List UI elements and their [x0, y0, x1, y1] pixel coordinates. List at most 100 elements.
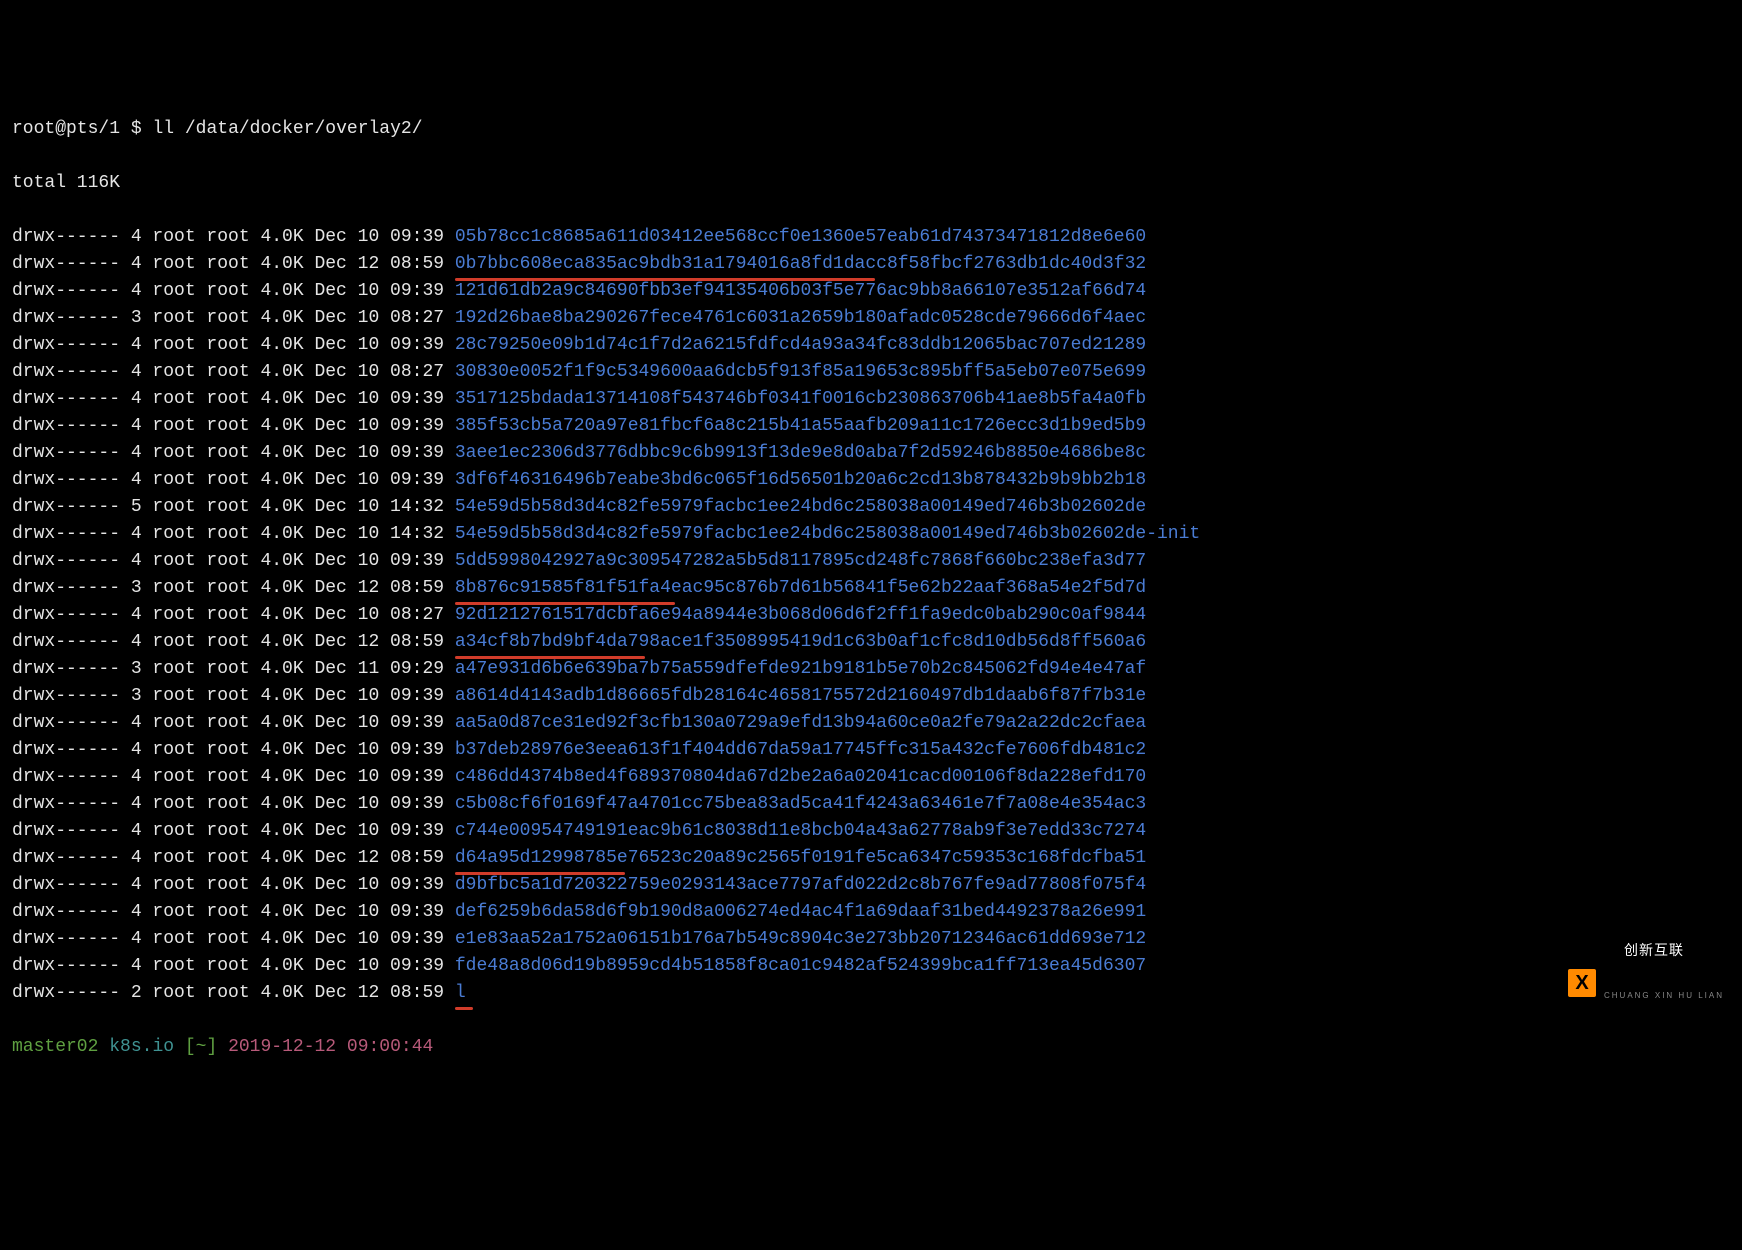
row-metadata: drwx------ 4 root root 4.0K Dec 10 09:39 — [12, 875, 455, 895]
row-metadata: drwx------ 4 root root 4.0K Dec 10 09:39 — [12, 929, 455, 949]
directory-name[interactable]: a47e931d6b6e639ba7b75a559dfefde921b9181b… — [455, 656, 1146, 683]
prompt-dollar: $ — [131, 119, 142, 139]
list-row: drwx------ 4 root root 4.0K Dec 10 08:27… — [12, 602, 1730, 629]
row-metadata: drwx------ 4 root root 4.0K Dec 12 08:59 — [12, 848, 455, 868]
row-metadata: drwx------ 4 root root 4.0K Dec 10 09:39 — [12, 281, 455, 301]
directory-name[interactable]: 5dd5998042927a9c309547282a5b5d8117895cd2… — [455, 548, 1146, 575]
directory-name[interactable]: 30830e0052f1f9c5349600aa6dcb5f913f85a196… — [455, 359, 1146, 386]
list-row: drwx------ 4 root root 4.0K Dec 10 09:39… — [12, 332, 1730, 359]
row-metadata: drwx------ 3 root root 4.0K Dec 11 09:29 — [12, 659, 455, 679]
watermark-icon: X — [1568, 969, 1596, 997]
list-row: drwx------ 3 root root 4.0K Dec 10 09:39… — [12, 683, 1730, 710]
directory-name[interactable]: 92d1212761517dcbfa6e94a8944e3b068d06d6f2… — [455, 602, 1146, 629]
row-metadata: drwx------ 4 root root 4.0K Dec 10 09:39 — [12, 551, 455, 571]
list-row: drwx------ 4 root root 4.0K Dec 10 09:39… — [12, 224, 1730, 251]
row-metadata: drwx------ 4 root root 4.0K Dec 10 09:39 — [12, 227, 455, 247]
list-row: drwx------ 4 root root 4.0K Dec 10 09:39… — [12, 791, 1730, 818]
directory-name[interactable]: aa5a0d87ce31ed92f3cfb130a0729a9efd13b94a… — [455, 710, 1146, 737]
prompt-line[interactable]: root@pts/1 $ ll /data/docker/overlay2/ — [12, 116, 1730, 143]
directory-name[interactable]: e1e83aa52a1752a06151b176a7b549c8904c3e27… — [455, 926, 1146, 953]
prompt-user: root@pts/1 — [12, 119, 120, 139]
directory-name[interactable]: 3517125bdada13714108f543746bf0341f0016cb… — [455, 386, 1146, 413]
list-row: drwx------ 4 root root 4.0K Dec 12 08:59… — [12, 845, 1730, 872]
list-row: drwx------ 4 root root 4.0K Dec 10 09:39… — [12, 278, 1730, 305]
list-row: drwx------ 4 root root 4.0K Dec 10 09:39… — [12, 818, 1730, 845]
directory-name[interactable]: c5b08cf6f0169f47a4701cc75bea83ad5ca41f42… — [455, 791, 1146, 818]
list-row: drwx------ 2 root root 4.0K Dec 12 08:59… — [12, 980, 1730, 1007]
command-text: ll /data/docker/overlay2/ — [152, 119, 422, 139]
list-row: drwx------ 3 root root 4.0K Dec 12 08:59… — [12, 575, 1730, 602]
directory-name[interactable]: 8b876c91585f81f51fa4eac95c876b7d61b56841… — [455, 575, 1146, 602]
directory-name[interactable]: fde48a8d06d19b8959cd4b51858f8ca01c9482af… — [455, 953, 1146, 980]
list-row: drwx------ 5 root root 4.0K Dec 10 14:32… — [12, 494, 1730, 521]
list-row: drwx------ 4 root root 4.0K Dec 10 09:39… — [12, 440, 1730, 467]
row-metadata: drwx------ 4 root root 4.0K Dec 10 09:39 — [12, 740, 455, 760]
row-metadata: drwx------ 4 root root 4.0K Dec 10 08:27 — [12, 605, 455, 625]
list-row: drwx------ 4 root root 4.0K Dec 10 09:39… — [12, 872, 1730, 899]
directory-listing: drwx------ 4 root root 4.0K Dec 10 09:39… — [12, 224, 1730, 1007]
list-row: drwx------ 4 root root 4.0K Dec 10 09:39… — [12, 413, 1730, 440]
directory-name[interactable]: a8614d4143adb1d86665fdb28164c4658175572d… — [455, 683, 1146, 710]
row-metadata: drwx------ 4 root root 4.0K Dec 10 09:39 — [12, 713, 455, 733]
directory-name[interactable]: l — [455, 980, 466, 1007]
row-metadata: drwx------ 4 root root 4.0K Dec 10 09:39 — [12, 956, 455, 976]
directory-name[interactable]: 3aee1ec2306d3776dbbc9c6b9913f13de9e8d0ab… — [455, 440, 1146, 467]
directory-name[interactable]: 0b7bbc608eca835ac9bdb31a1794016a8fd1dacc… — [455, 251, 1146, 278]
directory-name[interactable]: 192d26bae8ba290267fece4761c6031a2659b180… — [455, 305, 1146, 332]
list-row: drwx------ 4 root root 4.0K Dec 10 09:39… — [12, 710, 1730, 737]
directory-name[interactable]: a34cf8b7bd9bf4da798ace1f3508995419d1c63b… — [455, 629, 1146, 656]
directory-name[interactable]: 3df6f46316496b7eabe3bd6c065f16d56501b20a… — [455, 467, 1146, 494]
row-metadata: drwx------ 3 root root 4.0K Dec 12 08:59 — [12, 578, 455, 598]
list-row: drwx------ 4 root root 4.0K Dec 10 09:39… — [12, 953, 1730, 980]
directory-name[interactable]: c486dd4374b8ed4f689370804da67d2be2a6a020… — [455, 764, 1146, 791]
row-metadata: drwx------ 4 root root 4.0K Dec 10 09:39 — [12, 335, 455, 355]
directory-name[interactable]: def6259b6da58d6f9b190d8a006274ed4ac4f1a6… — [455, 899, 1146, 926]
directory-name[interactable]: 54e59d5b58d3d4c82fe5979facbc1ee24bd6c258… — [455, 521, 1200, 548]
row-metadata: drwx------ 4 root root 4.0K Dec 10 09:39 — [12, 794, 455, 814]
directory-name[interactable]: 54e59d5b58d3d4c82fe5979facbc1ee24bd6c258… — [455, 494, 1146, 521]
list-row: drwx------ 3 root root 4.0K Dec 11 09:29… — [12, 656, 1730, 683]
bottom-tilde: [~] — [185, 1037, 217, 1057]
row-metadata: drwx------ 4 root root 4.0K Dec 10 08:27 — [12, 362, 455, 382]
directory-name[interactable]: d64a95d12998785e76523c20a89c2565f0191fe5… — [455, 845, 1146, 872]
row-metadata: drwx------ 3 root root 4.0K Dec 10 09:39 — [12, 686, 455, 706]
row-metadata: drwx------ 4 root root 4.0K Dec 10 09:39 — [12, 767, 455, 787]
list-row: drwx------ 4 root root 4.0K Dec 10 09:39… — [12, 926, 1730, 953]
list-row: drwx------ 4 root root 4.0K Dec 12 08:59… — [12, 251, 1730, 278]
list-row: drwx------ 4 root root 4.0K Dec 10 09:39… — [12, 737, 1730, 764]
watermark: X 创新互联 CHUANG XIN HU LIAN — [1568, 909, 1724, 1056]
row-metadata: drwx------ 4 root root 4.0K Dec 10 09:39 — [12, 443, 455, 463]
directory-name[interactable]: d9bfbc5a1d720322759e0293143ace7797afd022… — [455, 872, 1146, 899]
watermark-text: 创新互联 — [1624, 942, 1684, 958]
directory-name[interactable]: c744e00954749191eac9b61c8038d11e8bcb04a4… — [455, 818, 1146, 845]
bottom-path: k8s.io — [109, 1037, 174, 1057]
bottom-datetime: 2019-12-12 09:00:44 — [228, 1037, 433, 1057]
list-row: drwx------ 3 root root 4.0K Dec 10 08:27… — [12, 305, 1730, 332]
row-metadata: drwx------ 5 root root 4.0K Dec 10 14:32 — [12, 497, 455, 517]
total-line: total 116K — [12, 170, 1730, 197]
directory-name[interactable]: 05b78cc1c8685a611d03412ee568ccf0e1360e57… — [455, 224, 1146, 251]
watermark-subtext: CHUANG XIN HU LIAN — [1604, 990, 1724, 1002]
row-metadata: drwx------ 4 root root 4.0K Dec 10 09:39 — [12, 821, 455, 841]
row-metadata: drwx------ 2 root root 4.0K Dec 12 08:59 — [12, 983, 455, 1003]
list-row: drwx------ 4 root root 4.0K Dec 10 08:27… — [12, 359, 1730, 386]
directory-name[interactable]: 121d61db2a9c84690fbb3ef94135406b03f5e776… — [455, 278, 1146, 305]
list-row: drwx------ 4 root root 4.0K Dec 10 09:39… — [12, 467, 1730, 494]
row-metadata: drwx------ 4 root root 4.0K Dec 10 14:32 — [12, 524, 455, 544]
row-metadata: drwx------ 3 root root 4.0K Dec 10 08:27 — [12, 308, 455, 328]
list-row: drwx------ 4 root root 4.0K Dec 10 14:32… — [12, 521, 1730, 548]
directory-name[interactable]: 28c79250e09b1d74c1f7d2a6215fdfcd4a93a34f… — [455, 332, 1146, 359]
row-metadata: drwx------ 4 root root 4.0K Dec 10 09:39 — [12, 470, 455, 490]
row-metadata: drwx------ 4 root root 4.0K Dec 12 08:59 — [12, 632, 455, 652]
directory-name[interactable]: 385f53cb5a720a97e81fbcf6a8c215b41a55aafb… — [455, 413, 1146, 440]
list-row: drwx------ 4 root root 4.0K Dec 10 09:39… — [12, 548, 1730, 575]
list-row: drwx------ 4 root root 4.0K Dec 12 08:59… — [12, 629, 1730, 656]
bottom-prompt[interactable]: master02 k8s.io [~] 2019-12-12 09:00:44 — [12, 1034, 1730, 1061]
row-metadata: drwx------ 4 root root 4.0K Dec 10 09:39 — [12, 416, 455, 436]
row-metadata: drwx------ 4 root root 4.0K Dec 12 08:59 — [12, 254, 455, 274]
directory-name[interactable]: b37deb28976e3eea613f1f404dd67da59a17745f… — [455, 737, 1146, 764]
list-row: drwx------ 4 root root 4.0K Dec 10 09:39… — [12, 764, 1730, 791]
list-row: drwx------ 4 root root 4.0K Dec 10 09:39… — [12, 899, 1730, 926]
list-row: drwx------ 4 root root 4.0K Dec 10 09:39… — [12, 386, 1730, 413]
row-metadata: drwx------ 4 root root 4.0K Dec 10 09:39 — [12, 902, 455, 922]
